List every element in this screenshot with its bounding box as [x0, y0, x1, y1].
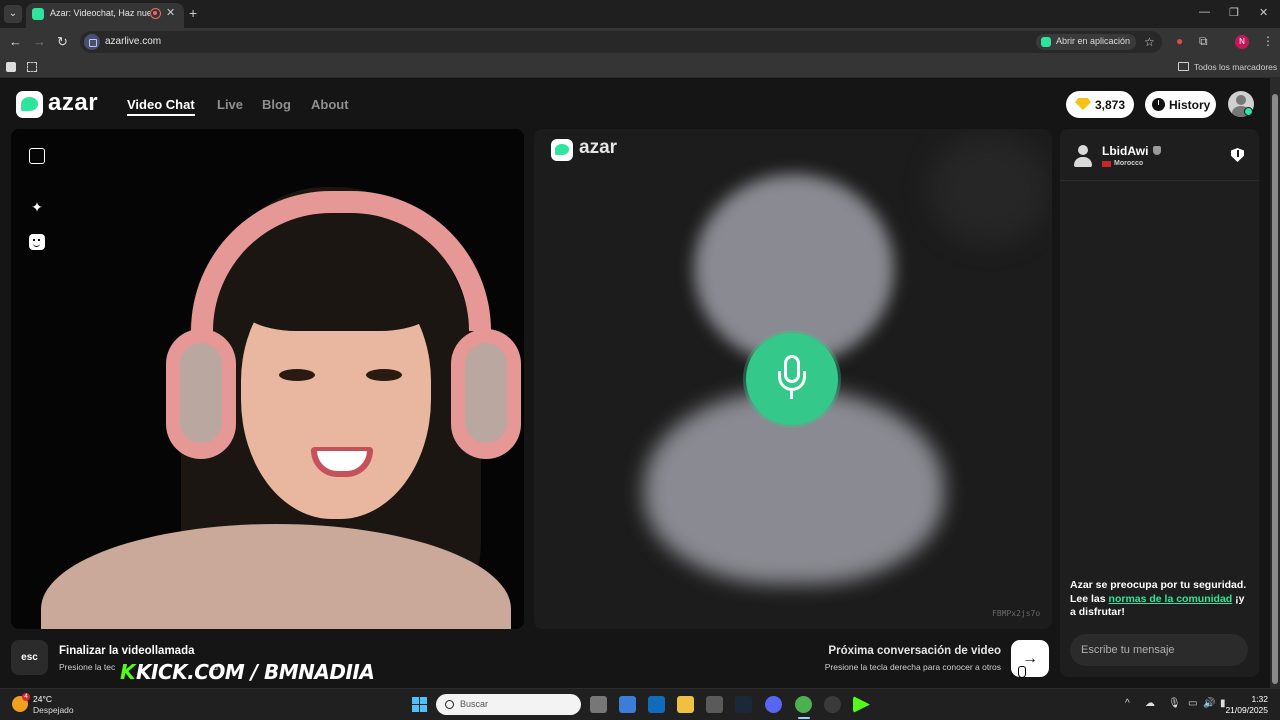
- windows-start-icon[interactable]: [412, 697, 427, 712]
- nav-video-chat[interactable]: Video Chat: [127, 97, 195, 112]
- weather-temperature[interactable]: 24°C: [33, 694, 52, 704]
- swap-camera-icon[interactable]: [29, 148, 45, 164]
- forward-icon[interactable]: →: [33, 34, 46, 49]
- history-button[interactable]: History: [1145, 91, 1216, 118]
- site-info-icon[interactable]: [84, 34, 100, 50]
- file-explorer-icon[interactable]: [677, 696, 694, 713]
- remote-video: azar FBMPx2js7o: [534, 129, 1052, 629]
- local-camera-feed: [11, 129, 524, 629]
- azar-logo-text[interactable]: azar: [48, 89, 98, 117]
- end-call-title: Finalizar la videollamada: [59, 645, 195, 657]
- maximize-icon[interactable]: ❐: [1229, 6, 1239, 19]
- stream-overlay-text: KICK.COM / BMNADIIA: [136, 660, 375, 684]
- page-icon[interactable]: [6, 62, 16, 72]
- discord-icon[interactable]: [765, 696, 782, 713]
- tab-search-button[interactable]: ⌄: [4, 5, 22, 23]
- history-label: History: [1169, 98, 1211, 112]
- browser-tab-azar[interactable]: Azar: Videochat, Haz nuevo ✕: [26, 3, 184, 28]
- sparkle-effects-icon[interactable]: ✦: [29, 199, 45, 215]
- azar-page: azar Video Chat Live Blog About 3,873 Hi…: [0, 78, 1270, 688]
- clock-date: 21/09/2025: [1225, 705, 1268, 715]
- task-view-icon[interactable]: [590, 696, 607, 713]
- url-text: azarlive.com: [105, 36, 162, 47]
- clock[interactable]: 1:32 21/09/2025: [1225, 694, 1268, 716]
- community-guidelines-link[interactable]: normas de la comunidad: [1109, 593, 1233, 605]
- kick-logo: K: [120, 660, 136, 684]
- nav-about[interactable]: About: [311, 97, 349, 112]
- azar-favicon-icon: [32, 8, 44, 20]
- gem-icon: [1075, 98, 1091, 110]
- recording-icon: [150, 8, 161, 19]
- address-toolbar: ← → ↻ azarlive.com Abrir en aplicación ☆: [0, 28, 1280, 56]
- local-video: ✦: [11, 129, 524, 629]
- face-filter-icon[interactable]: [29, 234, 45, 250]
- verified-badge-icon: [1153, 146, 1161, 155]
- nav-blog[interactable]: Blog: [262, 97, 291, 112]
- chat-panel: LbidAwi Morocco Azar se preocupa por tu …: [1060, 129, 1259, 677]
- windows-taskbar: 4 24°C Despejado Buscar ^ ☁ 🎙 ▭ 🔊 ▮ 1:32…: [0, 688, 1280, 720]
- tab-title: Azar: Videochat, Haz nuevo: [50, 8, 150, 18]
- bookmarks-bar: Todos los marcadores: [0, 56, 1280, 78]
- apps-grid-icon[interactable]: [27, 62, 37, 72]
- next-conversation-hint: Presione la tecla derecha para conocer a…: [824, 662, 1001, 672]
- store-icon[interactable]: [619, 696, 636, 713]
- browser-tab-bar: ⌄ Azar: Videochat, Haz nuevo ✕ + — ❐ ✕: [0, 0, 1280, 28]
- new-tab-button[interactable]: +: [189, 5, 197, 21]
- partner-header: LbidAwi Morocco: [1060, 129, 1259, 181]
- steam-icon[interactable]: [735, 696, 752, 713]
- azar-watermark-text: azar: [579, 137, 618, 158]
- microphone-icon[interactable]: [746, 333, 838, 425]
- next-conversation-title: Próxima conversación de video: [828, 645, 1001, 657]
- taskbar-search[interactable]: Buscar: [436, 694, 581, 715]
- partner-name: LbidAwi: [1102, 144, 1149, 158]
- tab-close-icon[interactable]: ✕: [166, 6, 175, 19]
- end-call-esc-button[interactable]: esc: [11, 640, 48, 675]
- network-icon[interactable]: ▭: [1188, 698, 1197, 709]
- clock-icon: [1152, 98, 1165, 111]
- cloud-icon[interactable]: ☁: [1145, 698, 1155, 709]
- gems-balance-button[interactable]: 3,873: [1066, 91, 1134, 118]
- partner-avatar-icon: [1072, 143, 1094, 167]
- page-scrollbar[interactable]: [1270, 78, 1280, 688]
- arrow-right-icon: →: [1022, 650, 1038, 667]
- reload-icon[interactable]: ↻: [57, 34, 68, 50]
- extensions-icon[interactable]: ⧉: [1199, 34, 1208, 49]
- clock-time: 1:32: [1251, 694, 1268, 704]
- safety-notice: Azar se preocupa por tu seguridad. Lee l…: [1070, 579, 1247, 618]
- weather-description[interactable]: Despejado: [33, 705, 74, 715]
- close-window-icon[interactable]: ✕: [1259, 6, 1268, 19]
- settings-app-icon[interactable]: [824, 696, 841, 713]
- chrome-icon[interactable]: [795, 696, 812, 713]
- mouse-cursor-icon: [1018, 666, 1026, 678]
- extension-alert-icon[interactable]: ●: [1176, 34, 1183, 48]
- session-code: FBMPx2js7o: [992, 609, 1041, 618]
- next-conversation-button[interactable]: →: [1011, 640, 1049, 677]
- back-icon[interactable]: ←: [9, 34, 22, 49]
- tray-chevron-icon[interactable]: ^: [1125, 698, 1130, 709]
- kick-app-icon[interactable]: [853, 696, 870, 713]
- active-nav-underline: [127, 114, 195, 116]
- volume-icon[interactable]: 🔊: [1203, 698, 1215, 709]
- gems-count: 3,873: [1095, 98, 1126, 112]
- profile-avatar[interactable]: N: [1235, 35, 1249, 49]
- minimize-icon[interactable]: —: [1199, 6, 1210, 18]
- online-status-dot: [1244, 107, 1253, 116]
- menu-kebab-icon[interactable]: ⋮: [1262, 34, 1274, 48]
- message-input[interactable]: [1070, 634, 1248, 666]
- open-in-app-button[interactable]: Abrir en aplicación: [1036, 34, 1137, 50]
- active-app-indicator: [798, 717, 810, 719]
- country-flag-icon: [1102, 161, 1111, 167]
- azar-watermark-icon: [551, 139, 573, 161]
- all-bookmarks-link[interactable]: Todos los marcadores: [1194, 62, 1277, 72]
- partner-country: Morocco: [1114, 160, 1144, 167]
- bookmark-star-icon[interactable]: ☆: [1144, 35, 1155, 49]
- folder-icon: [1178, 62, 1189, 71]
- photos-icon[interactable]: [706, 696, 723, 713]
- url-field[interactable]: azarlive.com Abrir en aplicación ☆: [80, 31, 1162, 53]
- outlook-icon[interactable]: [648, 696, 665, 713]
- nav-live[interactable]: Live: [217, 97, 243, 112]
- weather-badge: 4: [22, 693, 30, 701]
- tray-mic-icon[interactable]: 🎙: [1168, 698, 1181, 709]
- azar-logo-icon[interactable]: [16, 91, 43, 118]
